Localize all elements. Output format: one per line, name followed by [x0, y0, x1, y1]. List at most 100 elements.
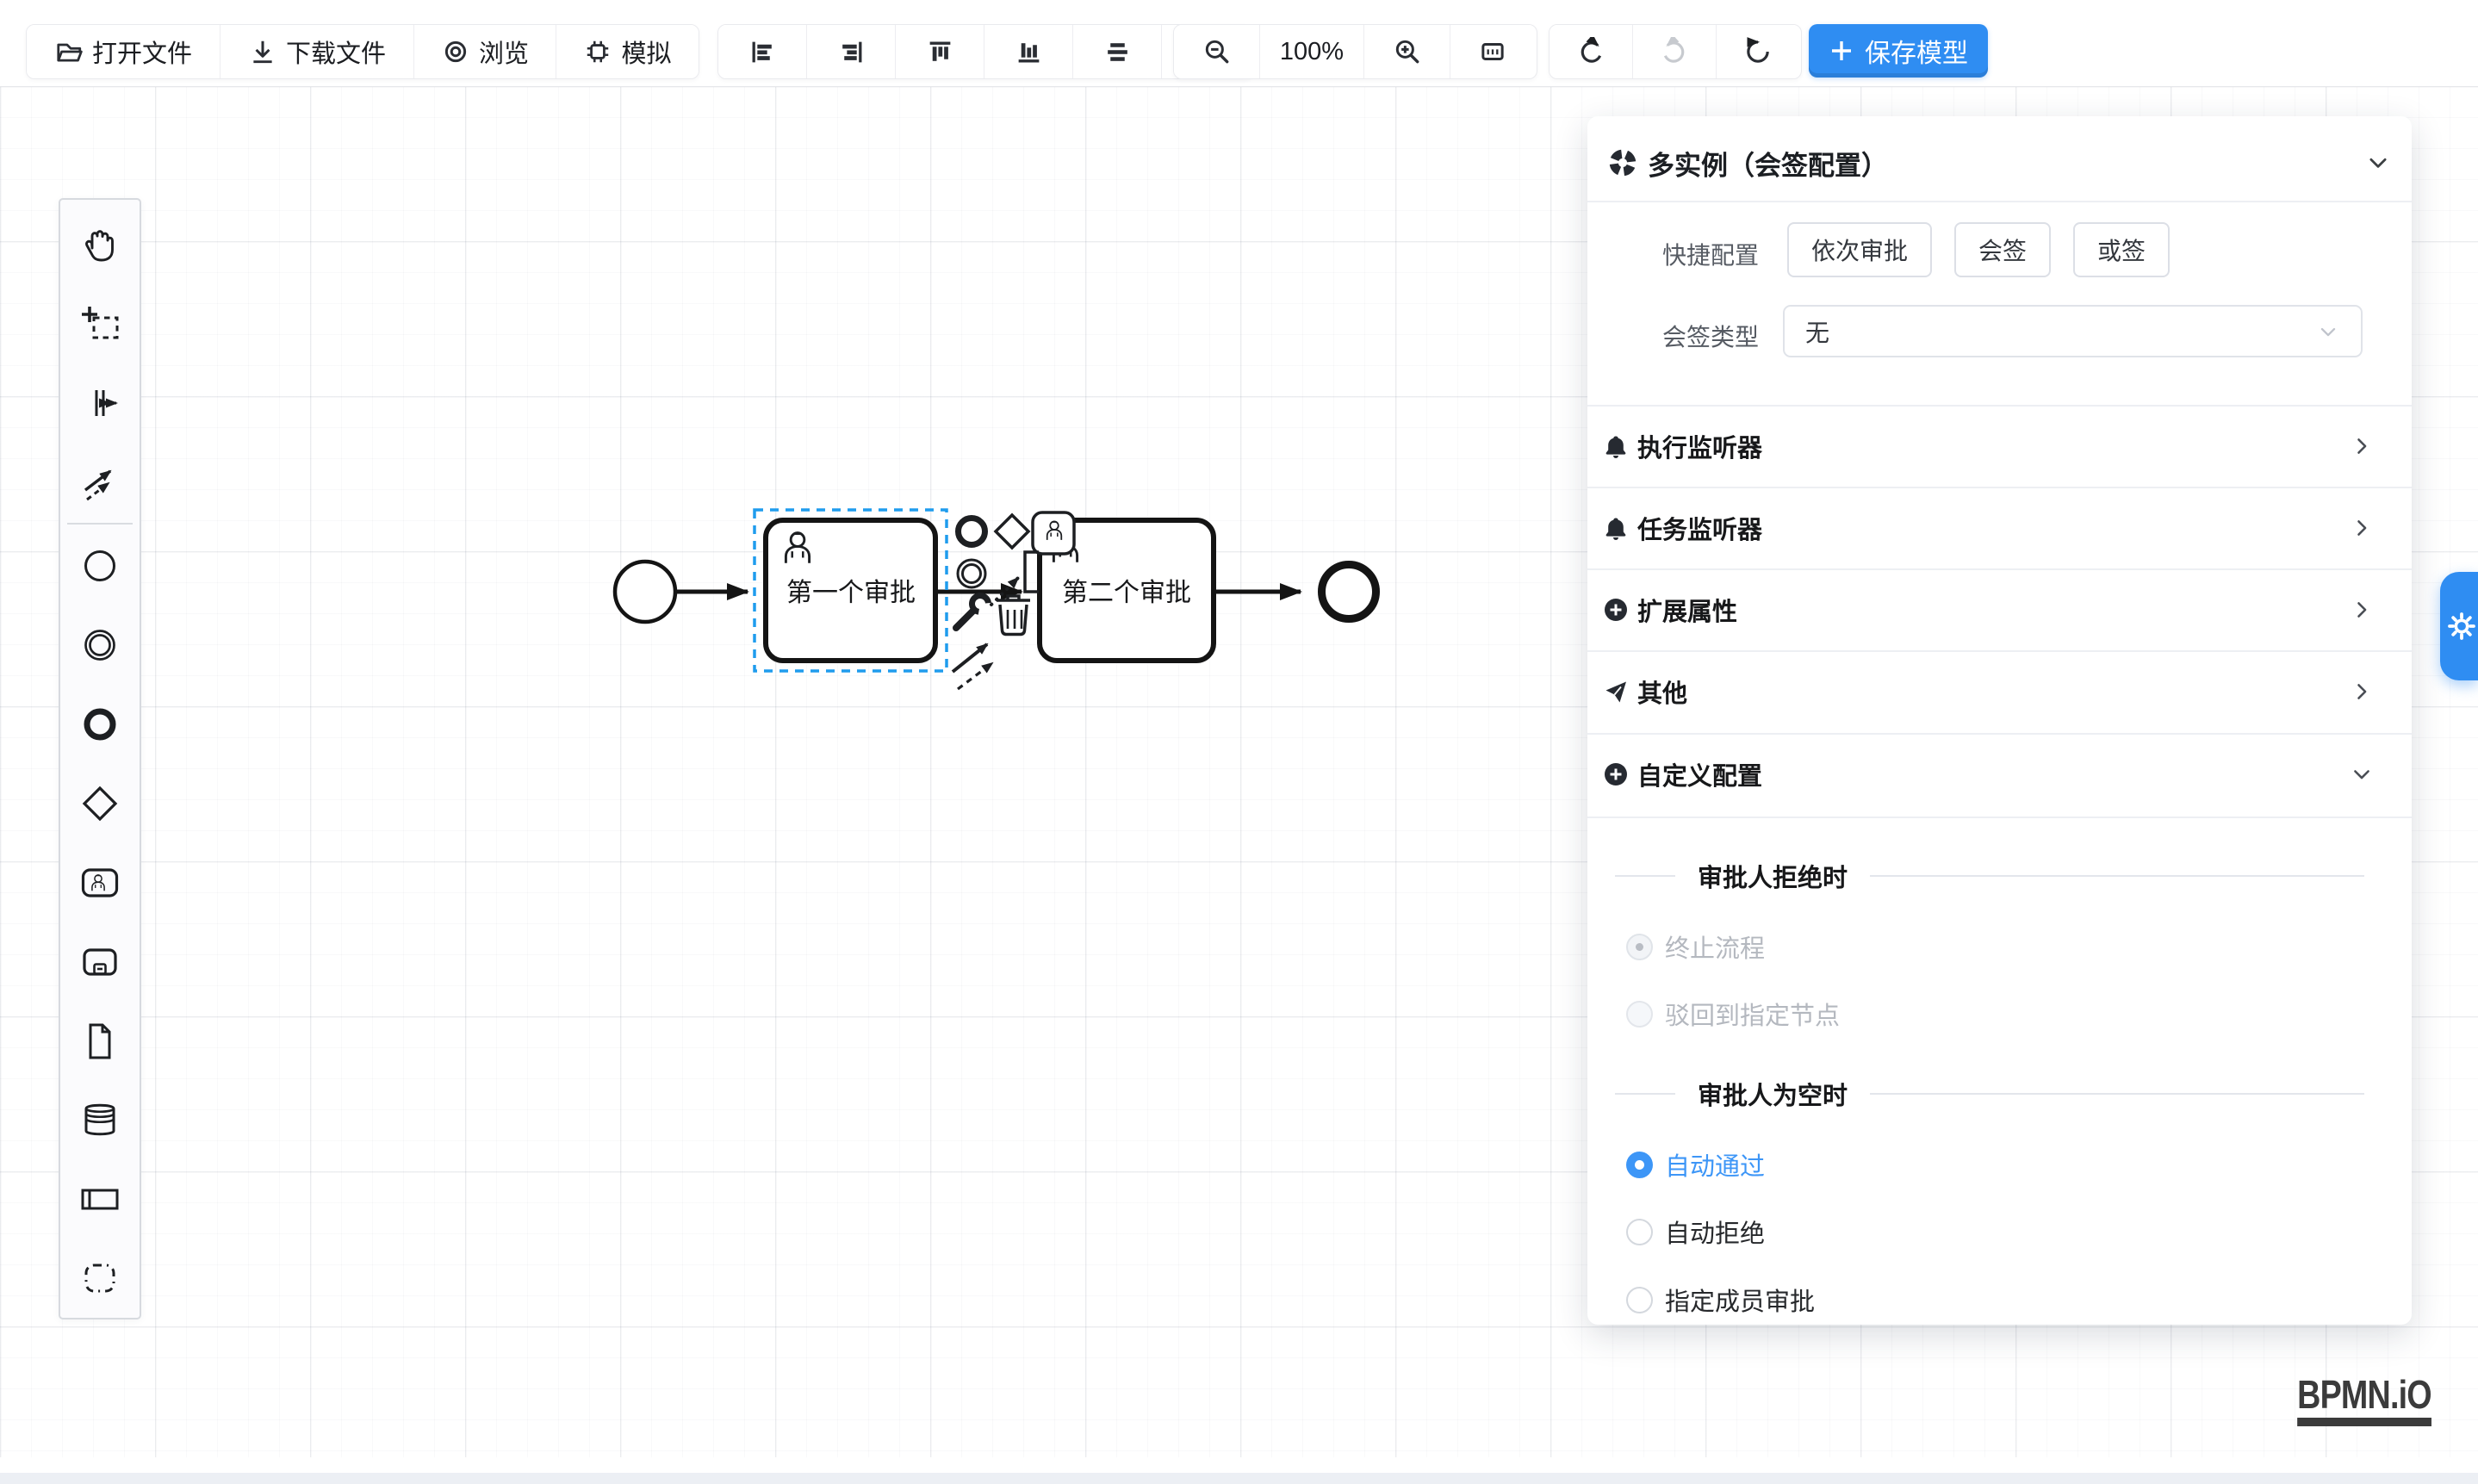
task1-shape[interactable]: 第一个审批	[766, 520, 935, 661]
radio-label: 驳回到指定节点	[1665, 996, 1840, 1032]
zoom-button-group: 100%	[1173, 24, 1537, 79]
subprocess-icon	[79, 941, 121, 983]
radio-label: 终止流程	[1665, 928, 1765, 965]
preview-button[interactable]: 浏览	[414, 25, 556, 78]
radio-auto-reject[interactable]: 自动拒绝	[1626, 1217, 1765, 1246]
radio-label: 自动通过	[1665, 1146, 1765, 1183]
create-intermediate-event-button[interactable]	[60, 605, 140, 685]
align-bottom-button[interactable]	[984, 25, 1073, 78]
group-icon	[79, 1257, 121, 1299]
create-data-object-button[interactable]	[60, 1002, 140, 1081]
align-right-icon	[837, 38, 866, 66]
folder-icon	[54, 37, 84, 66]
quick-option-sequential[interactable]: 依次审批	[1787, 222, 1932, 277]
create-data-store-button[interactable]	[60, 1080, 140, 1159]
pad-connect-icon[interactable]	[953, 644, 992, 689]
pad-trash-icon[interactable]	[997, 596, 1030, 635]
reset-button[interactable]	[1717, 25, 1799, 78]
radio-terminate-process[interactable]: 终止流程	[1626, 932, 1765, 961]
palette-separator	[67, 523, 133, 525]
section-others[interactable]: 其他	[1587, 650, 2412, 732]
data-object-icon	[79, 1021, 121, 1062]
chevron-right-icon	[2350, 680, 2374, 704]
bpmn-io-logo[interactable]: BPMN.iO	[2297, 1375, 2431, 1426]
lasso-tool-button[interactable]	[60, 284, 140, 363]
pad-append-task-icon[interactable]	[1033, 512, 1074, 554]
connect-icon	[79, 462, 121, 503]
section-execution-listener[interactable]: 执行监听器	[1587, 405, 2412, 487]
space-tool-button[interactable]	[60, 363, 140, 443]
radio-disabled[interactable]	[1626, 1001, 1653, 1028]
quick-option-countersign[interactable]: 会签	[1954, 222, 2051, 277]
create-subprocess-button[interactable]	[60, 922, 140, 1002]
quick-config-buttons: 依次审批 会签 或签	[1787, 222, 2170, 277]
global-connect-tool-button[interactable]	[60, 443, 140, 522]
data-store-icon	[79, 1099, 121, 1140]
start-event-shape[interactable]	[615, 562, 675, 622]
align-left-icon	[748, 38, 777, 66]
section-extended-properties[interactable]: 扩展属性	[1587, 568, 2412, 650]
align-top-button[interactable]	[896, 25, 984, 78]
open-file-button[interactable]: 打开文件	[27, 25, 220, 78]
redo-icon	[1660, 37, 1689, 66]
align-left-button[interactable]	[718, 25, 807, 78]
radio-selected-disabled[interactable]	[1626, 934, 1653, 960]
simulate-button[interactable]: 模拟	[556, 25, 699, 78]
create-user-task-button[interactable]	[60, 843, 140, 922]
pad-append-end-event-icon[interactable]	[959, 518, 985, 545]
zoom-in-icon	[1393, 37, 1422, 66]
zoom-in-button[interactable]	[1364, 25, 1450, 78]
create-group-button[interactable]	[60, 1239, 140, 1318]
quick-option-orsign[interactable]: 或签	[2073, 222, 2170, 277]
quick-config-label: 快捷配置	[1643, 237, 1759, 271]
lifebuoy-icon	[1608, 148, 1637, 177]
zoom-level[interactable]: 100%	[1260, 25, 1364, 78]
distribute-vertical-button[interactable]	[1073, 25, 1162, 78]
fit-viewport-button[interactable]	[1450, 25, 1535, 78]
create-end-event-button[interactable]	[60, 685, 140, 764]
redo-button[interactable]	[1633, 25, 1717, 78]
radio-unchecked[interactable]	[1626, 1219, 1653, 1245]
open-file-label: 打开文件	[92, 34, 192, 70]
lasso-icon	[79, 303, 121, 345]
radio-assign-member[interactable]: 指定成员审批	[1626, 1285, 1815, 1314]
align-top-icon	[926, 38, 954, 66]
multi-instance-header[interactable]: 多实例（会签配置）	[1608, 137, 2391, 189]
download-file-label: 下载文件	[286, 34, 386, 70]
bpmn-designer-app: 第二个审批 第一个审批	[0, 0, 2478, 1484]
divider	[1870, 875, 2364, 877]
chevron-right-icon	[2350, 598, 2374, 622]
undo-button[interactable]	[1550, 25, 1633, 78]
sign-type-select[interactable]: 无	[1783, 305, 2363, 357]
participant-icon	[79, 1178, 121, 1220]
radio-checked[interactable]	[1626, 1152, 1653, 1178]
plus-circle-icon	[1603, 597, 1629, 623]
end-event-shape[interactable]	[1322, 565, 1376, 619]
end-event-icon	[79, 704, 121, 745]
pad-append-gateway-icon[interactable]	[996, 515, 1028, 548]
settings-tab[interactable]	[2440, 572, 2478, 680]
radio-label: 自动拒绝	[1665, 1214, 1765, 1250]
radio-unchecked[interactable]	[1626, 1287, 1653, 1313]
empty-title: 审批人为空时	[1698, 1076, 1848, 1112]
create-gateway-button[interactable]	[60, 764, 140, 843]
section-task-listener[interactable]: 任务监听器	[1587, 487, 2412, 568]
zoom-out-button[interactable]	[1174, 25, 1260, 78]
align-right-button[interactable]	[807, 25, 896, 78]
section-custom-config[interactable]: 自定义配置	[1587, 733, 2412, 815]
download-file-button[interactable]: 下载文件	[220, 25, 414, 78]
hand-icon	[79, 224, 121, 265]
hand-tool-button[interactable]	[60, 205, 140, 284]
save-model-button[interactable]: 保存模型	[1809, 24, 1988, 78]
pad-wrench-icon[interactable]	[956, 594, 990, 628]
file-button-group: 打开文件 下载文件 浏览 模拟	[26, 24, 699, 79]
create-start-event-button[interactable]	[60, 526, 140, 605]
double-circle-view-icon	[441, 37, 470, 66]
radio-return-to-node[interactable]: 驳回到指定节点	[1626, 999, 1840, 1028]
pad-append-intermediate-event-icon[interactable]	[958, 560, 985, 587]
radio-auto-approve[interactable]: 自动通过	[1626, 1150, 1765, 1179]
create-participant-button[interactable]	[60, 1159, 140, 1239]
chevron-right-icon	[2350, 516, 2374, 540]
bpmn-io-logo-bar	[2297, 1418, 2431, 1426]
sign-type-value: 无	[1805, 314, 2316, 349]
